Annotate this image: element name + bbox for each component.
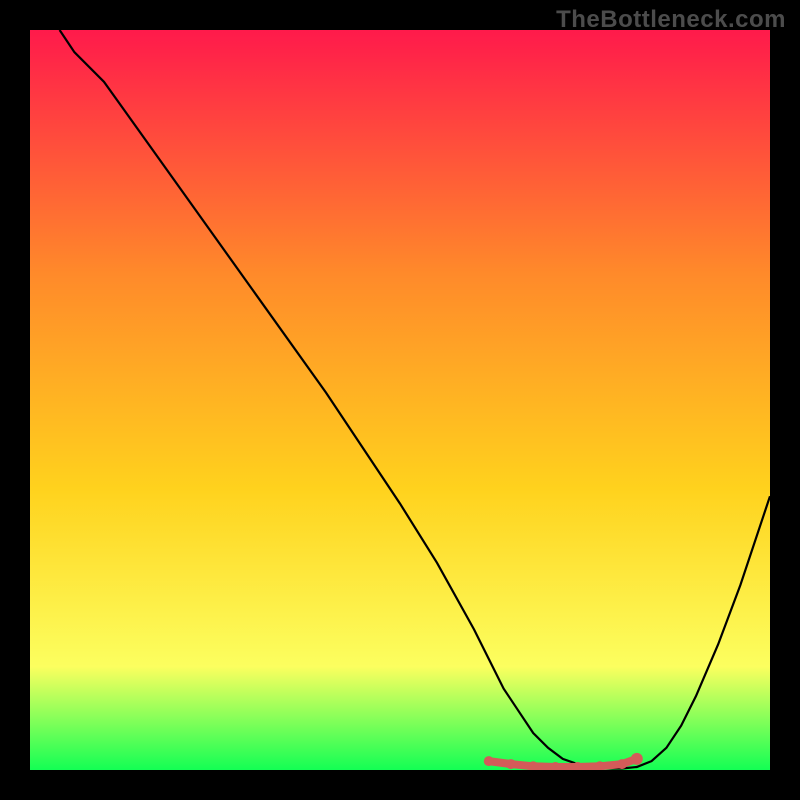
marker-dot bbox=[484, 756, 494, 766]
plot-area bbox=[30, 30, 770, 770]
chart-frame: TheBottleneck.com bbox=[0, 0, 800, 800]
gradient-background bbox=[30, 30, 770, 770]
watermark-text: TheBottleneck.com bbox=[556, 6, 786, 34]
marker-dot bbox=[617, 759, 627, 769]
plot-svg bbox=[30, 30, 770, 770]
marker-dot bbox=[506, 759, 516, 769]
marker-dot bbox=[631, 753, 643, 765]
